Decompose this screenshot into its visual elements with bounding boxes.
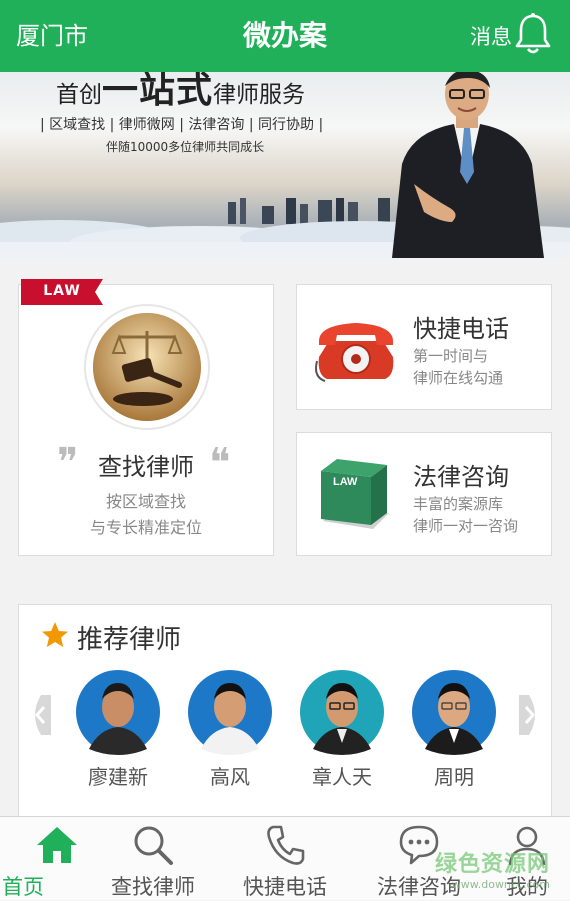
- book-label: LAW: [333, 476, 358, 488]
- lawyer-card-4[interactable]: 周明: [409, 669, 499, 790]
- find-lawyer-card[interactable]: LAW ❞ 查找律师 ❝ 按区域查找 与专长精准定位: [18, 279, 274, 556]
- avatar: [76, 670, 160, 755]
- slogan-suffix: 律师服务: [213, 82, 306, 108]
- nav-quick-phone[interactable]: 快捷电话: [228, 817, 342, 901]
- watermark-title: 绿色资源网: [434, 852, 550, 877]
- law-book-icon: LAW: [321, 459, 389, 529]
- recommended-lawyers-panel: 推荐律师 廖建新 高风 章人天 周明: [18, 604, 552, 816]
- lawyer-card-1[interactable]: 廖建新: [73, 669, 163, 790]
- find-lawyer-title: 查找律师: [98, 453, 194, 481]
- consult-desc-line2: 律师一对一咨询: [413, 517, 519, 535]
- banner-slogan: 首创一站式律师服务: [56, 72, 356, 114]
- avatar: [300, 670, 384, 755]
- lawyer-card-3[interactable]: 章人天: [297, 669, 387, 790]
- recommended-lawyers-title: 推荐律师: [77, 625, 182, 655]
- find-lawyer-description: 按区域查找 与专长精准定位: [19, 489, 273, 541]
- lawyer-name: 章人天: [312, 765, 372, 789]
- carousel-next-icon[interactable]: [519, 695, 541, 735]
- promo-banner[interactable]: 首创一站式律师服务 | 区域查找 | 律师微网 | 法律咨询 | 同行协助 | …: [0, 72, 570, 258]
- gavel-icon: [84, 304, 210, 430]
- quick-phone-card[interactable]: 快捷电话 第一时间与 律师在线勾通: [296, 284, 552, 410]
- messages-label[interactable]: 消息: [470, 22, 512, 52]
- lawyer-photo: [392, 72, 544, 258]
- find-desc-line2: 与专长精准定位: [89, 518, 202, 537]
- telephone-icon: [315, 323, 394, 382]
- legal-consult-card[interactable]: LAW 法律咨询 丰富的案源库 律师一对一咨询: [296, 432, 552, 556]
- law-ribbon: LAW: [21, 279, 103, 305]
- lawyer-name: 廖建新: [88, 765, 148, 789]
- banner-features: | 区域查找 | 律师微网 | 法律咨询 | 同行协助 |: [40, 117, 324, 133]
- quick-phone-title: 快捷电话: [413, 315, 509, 343]
- bell-icon[interactable]: [514, 12, 552, 56]
- find-desc-line1: 按区域查找: [105, 492, 186, 511]
- nav-find-lawyer[interactable]: 查找律师: [96, 817, 210, 901]
- quick-phone-description: 第一时间与 律师在线勾通: [413, 345, 503, 389]
- nav-home-label: 首页: [2, 875, 44, 899]
- lawyer-card-2[interactable]: 高风: [185, 669, 275, 790]
- nav-quick-phone-label: 快捷电话: [243, 875, 327, 899]
- search-icon: [134, 826, 173, 865]
- consult-desc-line1: 丰富的案源库: [413, 495, 504, 513]
- lawyer-name: 高风: [210, 765, 250, 789]
- ribbon-label: LAW: [43, 283, 81, 299]
- lawyer-name: 周明: [434, 765, 474, 789]
- carousel-prev-icon[interactable]: [29, 695, 51, 735]
- slogan-prefix: 首创: [56, 82, 102, 108]
- quote-close-icon: ❝: [209, 440, 231, 486]
- phone-desc-line2: 律师在线勾通: [413, 369, 504, 387]
- phone-desc-line1: 第一时间与: [413, 347, 489, 365]
- slogan-highlight: 一站式: [102, 72, 214, 111]
- avatar: [188, 670, 272, 755]
- legal-consult-title: 法律咨询: [413, 463, 509, 491]
- banner-tagline: 伴随10000多位律师共同成长: [106, 140, 265, 154]
- watermark-url: www.downcc.com: [451, 878, 550, 891]
- top-bar: 厦门市 微办案 消息: [0, 0, 570, 72]
- site-watermark: 绿色资源网 www.downcc.com: [435, 846, 550, 891]
- nav-find-lawyer-label: 查找律师: [111, 875, 195, 899]
- legal-consult-description: 丰富的案源库 律师一对一咨询: [413, 493, 518, 537]
- star-icon: [42, 622, 68, 647]
- avatar: [412, 670, 496, 755]
- home-icon: [37, 827, 77, 863]
- phone-icon: [267, 825, 305, 865]
